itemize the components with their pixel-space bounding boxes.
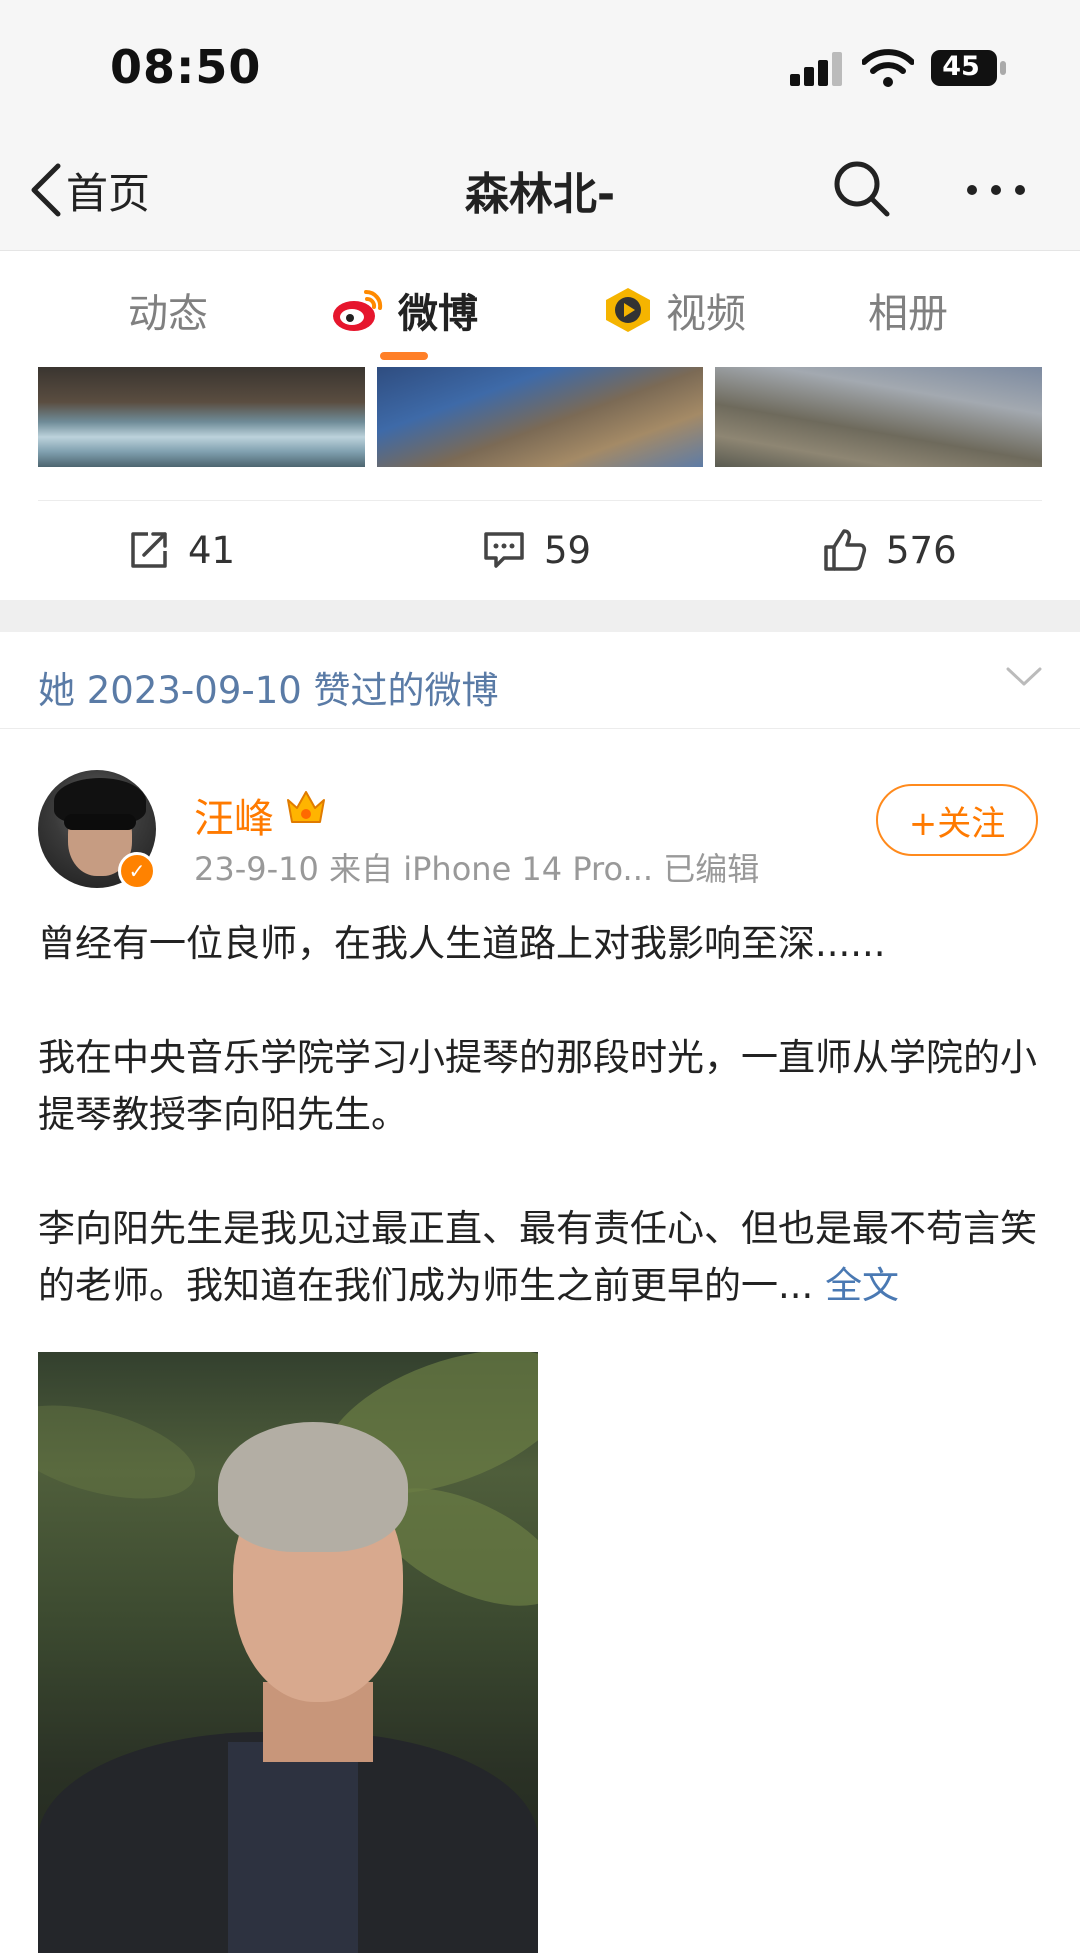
comment-button[interactable]: 59: [482, 522, 591, 578]
follow-button[interactable]: +关注: [876, 784, 1038, 856]
tab-weibo[interactable]: 微博: [330, 280, 478, 340]
weibo-logo-icon: [333, 289, 383, 331]
tab-label: 微博: [398, 291, 478, 337]
wifi-icon: [862, 49, 914, 87]
photo-hair: [218, 1422, 408, 1552]
liked-date-label: 她 2023-09-10 赞过的微博: [38, 669, 499, 712]
author-name[interactable]: 汪峰: [194, 786, 274, 844]
chevron-down-icon[interactable]: [1005, 665, 1043, 689]
tab-xiangce[interactable]: 相册: [868, 280, 948, 340]
tab-shipin[interactable]: 视频: [602, 280, 746, 340]
stats-divider: [38, 500, 1042, 501]
tab-dongtai[interactable]: 动态: [128, 280, 208, 340]
thumbs-up-icon: [824, 529, 867, 571]
tab-label: 相册: [868, 291, 948, 337]
repost-button[interactable]: 41: [128, 522, 235, 578]
page-title: 森林北-: [464, 169, 616, 220]
post-paragraph: 我在中央音乐学院学习小提琴的那段时光，一直师从学院的小提琴教授李向阳先生。: [38, 1036, 1037, 1136]
active-tab-indicator: [380, 352, 428, 360]
verified-badge-icon: ✓: [118, 852, 156, 890]
photo-foliage: [38, 1387, 205, 1517]
post-thumbnail-image[interactable]: [38, 367, 365, 467]
more-options-icon[interactable]: [965, 170, 1027, 210]
post-paragraph: 李向阳先生是我见过最正直、最有责任心、但也是最不苟言笑的老师。我知道在我们成为师…: [38, 1200, 1048, 1314]
search-icon[interactable]: [833, 160, 891, 218]
like-button[interactable]: 576: [822, 522, 957, 578]
comment-count: 59: [544, 528, 592, 572]
avatar-sunglasses: [64, 814, 136, 830]
cellular-signal-icon: [790, 52, 842, 86]
nav-divider: [0, 250, 1080, 251]
like-count: 576: [886, 528, 957, 572]
post-meta: 23-9-10 来自 iPhone 14 Pro... 已编辑: [194, 850, 760, 888]
post-paragraph: 曾经有一位良师，在我人生道路上对我影响至深......: [38, 922, 886, 965]
share-icon: [131, 532, 167, 568]
tab-label: 视频: [666, 291, 746, 337]
photo-shirt: [228, 1742, 358, 1953]
tab-label: 动态: [128, 291, 208, 337]
post-photo[interactable]: [38, 1352, 538, 1953]
post-thumbnail-image[interactable]: [377, 367, 703, 467]
repost-count: 41: [188, 528, 236, 572]
vip-crown-icon: [287, 791, 325, 823]
comment-icon: [484, 532, 524, 568]
status-time: 08:50: [110, 40, 262, 94]
post-text: 曾经有一位良师，在我人生道路上对我影响至深...... 我在中央音乐学院学习小提…: [38, 915, 1048, 1314]
video-badge-icon: [606, 288, 650, 332]
battery-level: 45: [942, 51, 980, 82]
section-separator: [0, 600, 1080, 632]
post-thumbnail-image[interactable]: [715, 367, 1042, 467]
full-text-link[interactable]: 全文: [825, 1264, 899, 1307]
